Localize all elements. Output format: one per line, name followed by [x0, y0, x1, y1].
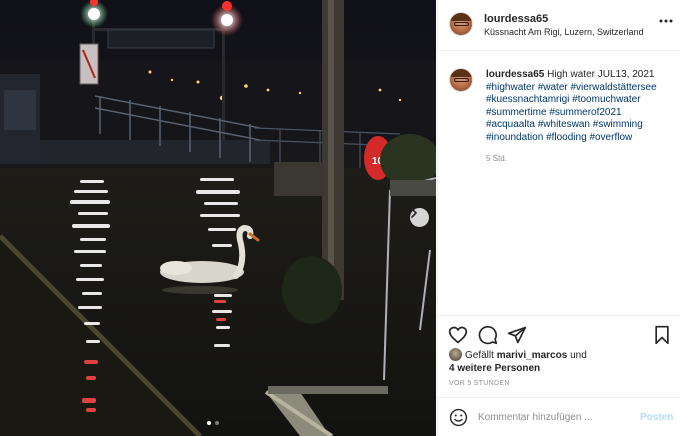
comments-section: lourdessa65 High water JUL13, 2021 #high…	[438, 51, 680, 315]
hashtag-link[interactable]: #inoundation	[486, 132, 543, 143]
likes-connector: und	[570, 350, 587, 361]
caption-time-ago: 5 Std.	[486, 154, 507, 163]
carousel-indicator	[207, 421, 219, 425]
paper-plane-icon[interactable]	[507, 325, 527, 345]
likes-others-link[interactable]: 4 weitere Personen	[449, 363, 540, 374]
caption-username[interactable]: lourdessa65	[486, 69, 544, 80]
next-photo-button[interactable]	[410, 208, 429, 227]
post-actions	[438, 315, 680, 351]
post-photo[interactable]: 10	[0, 0, 436, 436]
caption-avatar[interactable]	[449, 68, 473, 92]
hashtag-link[interactable]: #water	[538, 82, 568, 93]
post-comment-button[interactable]: Posten	[640, 412, 673, 423]
hashtag-link[interactable]: #flooding	[546, 132, 587, 143]
hashtag-link[interactable]: #highwater	[486, 82, 535, 93]
chevron-right-icon	[411, 208, 417, 218]
hashtag-link[interactable]: #swimming	[593, 119, 643, 130]
add-comment-bar: Posten	[438, 397, 680, 436]
header-username[interactable]: lourdessa65	[484, 13, 548, 25]
carousel-dot	[215, 421, 219, 425]
bookmark-icon[interactable]	[652, 325, 672, 345]
comment-icon[interactable]	[478, 325, 498, 345]
hashtag-link[interactable]: #summerof2021	[549, 107, 621, 118]
header-location[interactable]: Küssnacht Am Rigi, Luzern, Switzerland	[484, 27, 644, 37]
hashtag-link[interactable]: #acquaalta	[486, 119, 535, 130]
hashtag-link[interactable]: #kuessnachtamrigi	[486, 94, 569, 105]
likes-prefix: Gefällt	[465, 350, 494, 361]
post-header: lourdessa65 Küssnacht Am Rigi, Luzern, S…	[438, 0, 680, 51]
hashtag-link[interactable]: #toomuchwater	[572, 94, 640, 105]
more-options-icon[interactable]	[659, 18, 673, 24]
heart-icon[interactable]	[448, 325, 468, 345]
likes-summary: Gefällt marivi_marcos und 4 weitere Pers…	[449, 348, 669, 375]
instagram-post: 10 lourdessa65 Küssnacht Am Rigi, Luzern…	[0, 0, 680, 436]
hashtag-link[interactable]: #vierwaldstättersee	[571, 82, 657, 93]
caption-hashtags: #highwater #water #vierwaldstättersee #k…	[486, 82, 657, 143]
hashtag-link[interactable]: #overflow	[589, 132, 632, 143]
comment-input[interactable]	[478, 409, 628, 426]
post-side-panel: lourdessa65 Küssnacht Am Rigi, Luzern, S…	[437, 0, 680, 436]
carousel-dot-active	[207, 421, 211, 425]
caption-text: High water JUL13, 2021	[547, 69, 655, 80]
flooded-lakeside-swan-scene: 10	[0, 0, 436, 436]
liker-username[interactable]: marivi_marcos	[497, 350, 568, 361]
post-caption: lourdessa65 High water JUL13, 2021 #high…	[486, 69, 666, 144]
posted-time[interactable]: VOR 5 STUNDEN	[449, 380, 510, 387]
hashtag-link[interactable]: #whiteswan	[538, 119, 590, 130]
liker-avatar[interactable]	[449, 348, 462, 361]
smiley-icon[interactable]	[449, 408, 468, 427]
avatar[interactable]	[449, 12, 473, 36]
hashtag-link[interactable]: #summertime	[486, 107, 547, 118]
